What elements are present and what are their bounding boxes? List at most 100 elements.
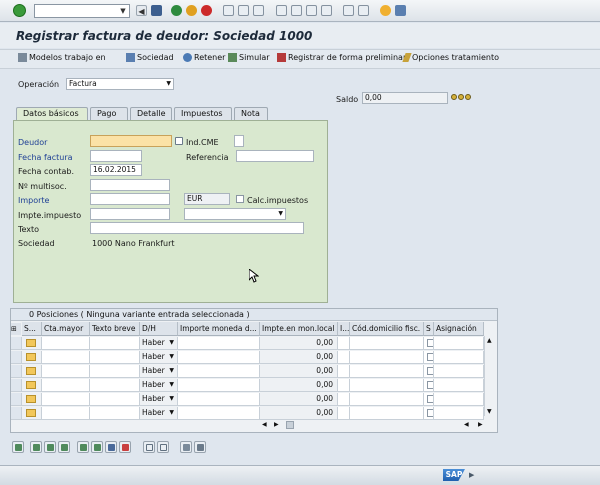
col-header-s[interactable]: S...	[22, 322, 42, 336]
col-header-importe-moneda[interactable]: Importe moneda d...	[178, 322, 260, 336]
chevron-down-icon[interactable]: ▼	[278, 209, 283, 219]
texto-field[interactable]	[90, 222, 304, 234]
texto-breve-cell[interactable]	[90, 351, 140, 364]
filter-button[interactable]	[194, 441, 206, 453]
cta-mayor-cell[interactable]	[42, 407, 90, 420]
cod-domicilio-cell[interactable]	[350, 393, 424, 406]
cod-domicilio-cell[interactable]	[350, 351, 424, 364]
cta-mayor-cell[interactable]	[42, 379, 90, 392]
checkbox[interactable]	[427, 353, 433, 361]
asignacion-cell[interactable]	[434, 351, 484, 364]
impte-mon-local-cell[interactable]: 0,00	[260, 365, 338, 378]
multisoc-field[interactable]	[90, 179, 170, 191]
i-cell[interactable]	[338, 351, 350, 364]
impte-mon-local-cell[interactable]: 0,00	[260, 407, 338, 420]
cod-domicilio-cell[interactable]	[350, 379, 424, 392]
next-page-icon[interactable]	[306, 5, 317, 16]
detail-button[interactable]	[12, 441, 24, 453]
row-selector[interactable]	[11, 407, 22, 420]
status-cell[interactable]	[22, 337, 42, 350]
status-arrow-icon[interactable]: ▶	[469, 471, 474, 479]
scroll-left-icon[interactable]: ◀	[262, 421, 267, 428]
row-selector[interactable]	[11, 351, 22, 364]
cod-domicilio-cell[interactable]	[350, 407, 424, 420]
importe-moneda-cell[interactable]	[178, 365, 260, 378]
scroll-right-icon[interactable]: ▶	[478, 421, 483, 428]
cancel-icon[interactable]	[186, 5, 197, 16]
paste-button[interactable]	[157, 441, 169, 453]
importe-moneda-cell[interactable]	[178, 393, 260, 406]
save-icon[interactable]	[151, 5, 162, 16]
s-checkbox-cell[interactable]	[424, 365, 434, 378]
col-header-s2[interactable]: S	[424, 322, 434, 336]
simular-button[interactable]: Simular	[228, 53, 270, 62]
impte-mon-local-cell[interactable]: 0,00	[260, 379, 338, 392]
status-cell[interactable]	[22, 407, 42, 420]
scroll-thumb[interactable]	[286, 421, 294, 429]
dh-cell[interactable]: Haber ▼	[140, 393, 178, 406]
row-selector[interactable]	[11, 365, 22, 378]
row-selector[interactable]	[11, 393, 22, 406]
s-checkbox-cell[interactable]	[424, 337, 434, 350]
col-header-i[interactable]: I...	[338, 322, 350, 336]
fecha-contab-field[interactable]: 16.02.2015	[90, 164, 142, 176]
grid-settings-icon[interactable]: ⊞	[11, 323, 21, 335]
s-checkbox-cell[interactable]	[424, 407, 434, 420]
retener-button[interactable]: Retener	[183, 53, 225, 62]
importe-field[interactable]	[90, 193, 170, 205]
impte-mon-local-cell[interactable]: 0,00	[260, 393, 338, 406]
checkbox[interactable]	[427, 381, 433, 389]
impte-mon-local-cell[interactable]: 0,00	[260, 337, 338, 350]
dh-cell[interactable]: Haber ▼	[140, 365, 178, 378]
opciones-tratamiento-button[interactable]: Opciones tratamiento	[402, 53, 499, 62]
s-checkbox-cell[interactable]	[424, 379, 434, 392]
asignacion-cell[interactable]	[434, 337, 484, 350]
dh-cell[interactable]: Haber ▼	[140, 407, 178, 420]
deudor-field[interactable]	[90, 135, 172, 147]
asignacion-cell[interactable]	[434, 365, 484, 378]
i-cell[interactable]	[338, 393, 350, 406]
col-header-dh[interactable]: D/H	[140, 322, 178, 336]
cta-mayor-cell[interactable]	[42, 337, 90, 350]
row-selector[interactable]	[11, 337, 22, 350]
chevron-down-icon[interactable]: ▼	[169, 337, 174, 349]
find-icon[interactable]	[238, 5, 249, 16]
new-session-icon[interactable]	[343, 5, 354, 16]
texto-breve-cell[interactable]	[90, 337, 140, 350]
previous-page-icon[interactable]	[291, 5, 302, 16]
back-icon[interactable]: ◀	[136, 5, 147, 16]
tab-detalle[interactable]: Detalle	[130, 107, 172, 120]
row-detail-icon[interactable]	[26, 367, 36, 375]
status-cell[interactable]	[22, 351, 42, 364]
cta-mayor-cell[interactable]	[42, 393, 90, 406]
scroll-left-icon[interactable]: ◀	[464, 421, 469, 428]
cod-domicilio-cell[interactable]	[350, 365, 424, 378]
grid-vertical-scrollbar[interactable]: ▲ ▼	[484, 336, 496, 416]
cod-domicilio-cell[interactable]	[350, 337, 424, 350]
select-all-button[interactable]	[30, 441, 42, 453]
ind-cme-field[interactable]	[234, 135, 244, 147]
row-detail-icon[interactable]	[26, 409, 36, 417]
referencia-field[interactable]	[236, 150, 314, 162]
asignacion-cell[interactable]	[434, 407, 484, 420]
scroll-right-icon[interactable]: ▶	[274, 421, 279, 428]
delete-row-button[interactable]	[77, 441, 89, 453]
export-button[interactable]	[119, 441, 131, 453]
importe-moneda-cell[interactable]	[178, 407, 260, 420]
texto-breve-cell[interactable]	[90, 365, 140, 378]
chevron-down-icon[interactable]: ▼	[169, 407, 174, 419]
exit-icon[interactable]	[171, 5, 182, 16]
chevron-down-icon[interactable]: ▼	[169, 379, 174, 391]
print-icon[interactable]	[223, 5, 234, 16]
command-field[interactable]: ▼	[34, 4, 130, 18]
more-button[interactable]	[105, 441, 117, 453]
copy-button[interactable]	[143, 441, 155, 453]
col-header-cod-domicilio[interactable]: Cód.domicilio fisc.	[350, 322, 424, 336]
cta-mayor-cell[interactable]	[42, 365, 90, 378]
checkbox[interactable]	[427, 367, 433, 375]
i-cell[interactable]	[338, 379, 350, 392]
match-help-icon[interactable]	[175, 137, 183, 145]
importe-moneda-cell[interactable]	[178, 379, 260, 392]
row-detail-icon[interactable]	[26, 381, 36, 389]
tab-nota[interactable]: Nota	[234, 107, 268, 120]
